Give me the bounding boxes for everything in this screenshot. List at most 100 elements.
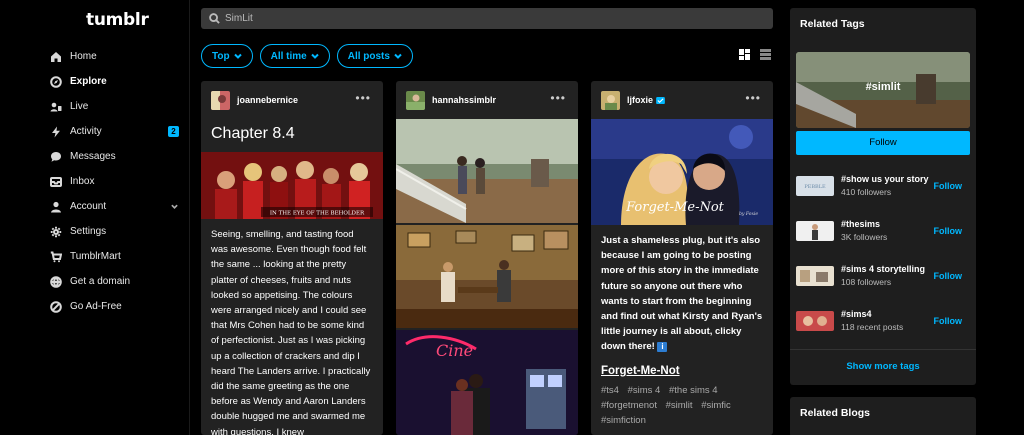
more-options-icon[interactable]: ••• [745,92,761,104]
tag-thumbnail [796,220,834,241]
post-card: joannebernice ••• Chapter 8.4 IN THE EYE… [201,81,383,435]
nav-label: Go Ad-Free [70,301,122,312]
nav-item-get-a-domain[interactable]: Get a domain [50,269,185,294]
post-link[interactable]: Forget-Me-Not [591,363,773,383]
avatar[interactable] [601,90,620,110]
chevron-down-icon[interactable] [171,202,178,210]
view-toggle [739,49,781,60]
nav-item-live[interactable]: Live [50,94,185,119]
related-tag-item[interactable]: #sims4 118 recent posts Follow [790,298,976,343]
more-options-icon[interactable]: ••• [355,92,371,104]
post-body-text: Seeing, smelling, and tasting food was a… [211,229,371,435]
related-tag-followers: 410 followers [841,187,892,197]
related-blogs-title: Related Blogs [800,407,871,419]
post-tag[interactable]: #the sims 4 [669,385,718,396]
time-range-dropdown[interactable]: All time [259,44,330,68]
related-tag-name: #thesims [841,219,881,229]
follow-tag-link[interactable]: Follow [934,181,963,191]
related-tag-item[interactable]: #thesims 3K followers Follow [790,208,976,253]
list-view-icon[interactable] [760,49,771,60]
post-image[interactable]: IN THE EYE OF THE BEHOLDER [201,152,383,219]
nav-item-explore[interactable]: Explore [50,69,185,94]
cart-icon [50,251,62,263]
time-range-label: All time [270,50,307,62]
post-tag[interactable]: #forgetmenot [601,400,657,411]
related-tags-panel: Related Tags #simlit Follow PEBBLE #show… [790,8,976,385]
post-tag[interactable]: #ts4 [601,385,619,396]
post-image-gallery[interactable]: Cine [396,119,578,435]
image-signature-text: by Foxie [739,211,758,217]
more-options-icon[interactable]: ••• [550,92,566,104]
follow-tag-link[interactable]: Follow [934,316,963,326]
compass-icon [50,75,62,88]
post-body-content: Just a shameless plug, but it's also bec… [601,235,763,353]
tumblr-logo[interactable]: tumblr [86,10,149,30]
avatar[interactable] [211,90,230,110]
featured-tag-card[interactable]: #simlit [796,52,970,128]
nav-label: Messages [70,151,116,162]
inbox-icon [50,176,62,188]
related-tag-item[interactable]: #sims 4 storytelling 108 followers Follo… [790,253,976,298]
post-username[interactable]: ljfoxie [627,95,653,105]
sort-dropdown[interactable]: Top [201,44,253,68]
post-username[interactable]: hannahssimblr [432,95,496,105]
post-tag[interactable]: #simlit [666,400,693,411]
related-tag-item[interactable]: PEBBLE #show us your story 410 followers… [790,163,976,208]
tag-thumbnail [796,265,834,286]
related-tag-text: #sims4 118 recent posts [841,309,903,332]
person-icon [50,201,62,213]
tag-thumbnail: PEBBLE [796,175,834,196]
related-blogs-panel: Related Blogs [790,397,976,435]
info-icon: i [657,342,668,353]
related-tag-text: #sims 4 storytelling 108 followers [841,264,925,287]
post-header: hannahssimblr ••• [396,81,578,119]
masonry-view-icon[interactable] [739,49,750,60]
show-more-tags-link[interactable]: Show more tags [790,349,976,385]
main-nav: Home Explore Live Activity 2 Messages In… [50,44,185,319]
nav-item-go-ad-free[interactable]: Go Ad-Free [50,294,185,319]
nav-label: Get a domain [70,276,131,287]
post-type-label: All posts [347,50,390,62]
verified-badge-icon [656,96,665,104]
related-tag-followers: 108 followers [841,277,892,287]
post-username[interactable]: joannebernice [237,95,298,105]
post-tag[interactable]: #sims 4 [628,385,661,396]
search-bar[interactable] [201,8,773,29]
nav-label: Home [70,51,97,62]
sort-label: Top [212,50,230,62]
post-type-dropdown[interactable]: All posts [336,44,413,68]
nav-item-activity[interactable]: Activity 2 [50,119,185,144]
nav-item-home[interactable]: Home [50,44,185,69]
nav-label: Inbox [70,176,95,187]
post-image[interactable]: Forget-Me-Not by Foxie [591,119,773,225]
nav-label: Account [70,201,107,212]
post-tag[interactable]: #simfiction [601,415,646,426]
related-tag-followers: 118 recent posts [841,322,904,332]
nav-item-messages[interactable]: Messages [50,144,185,169]
search-input[interactable] [225,13,725,24]
nav-label: Live [70,101,89,112]
chevron-down-icon [311,53,319,59]
follow-tag-link[interactable]: Follow [934,226,963,236]
image-caption-text: IN THE EYE OF THE BEHOLDER [270,211,365,217]
post-tag[interactable]: #simfic [701,400,731,411]
related-tag-text: #show us your story 410 followers [841,174,929,197]
post-body-text: Just a shameless plug, but it's also bec… [591,225,773,363]
nav-item-inbox[interactable]: Inbox [50,169,185,194]
post-header: ljfoxie ••• [591,81,773,119]
nav-item-settings[interactable]: Settings [50,219,185,244]
nav-item-tumblrmart[interactable]: TumblrMart [50,244,185,269]
left-sidebar: tumblr Home Explore Live Activity 2 Mess… [0,0,190,435]
follow-tag-link[interactable]: Follow [934,271,963,281]
gear-icon [50,226,62,238]
activity-count-badge: 2 [168,126,179,137]
follow-tag-button[interactable]: Follow [796,131,970,155]
bolt-icon [50,126,62,138]
avatar[interactable] [406,90,425,110]
chevron-down-icon [394,53,402,59]
related-tag-name: #show us your story [841,174,929,184]
nav-item-account[interactable]: Account [50,194,185,219]
globe-icon [50,275,62,288]
post-tags: #ts4 #sims 4 #the sims 4 #forgetmenot #s… [591,383,773,428]
filter-bar: Top All time All posts [201,44,420,68]
